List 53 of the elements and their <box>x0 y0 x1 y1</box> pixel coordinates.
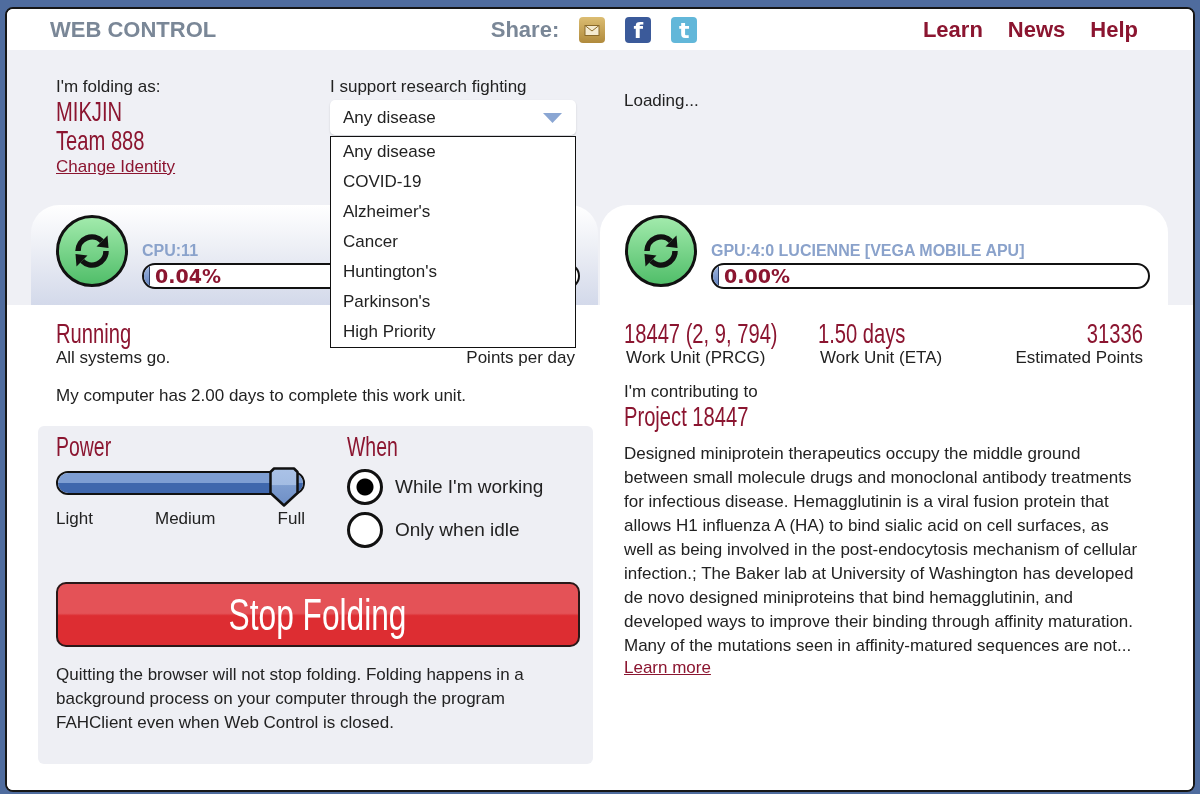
project-title: Project 18447 <box>624 402 749 431</box>
stat-label: Estimated Points <box>1014 348 1143 368</box>
status-text: Loading... <box>624 91 699 111</box>
dropdown-option[interactable]: COVID-19 <box>331 167 575 197</box>
slider-tick-label: Full <box>277 509 305 529</box>
dropdown-option[interactable]: Any disease <box>331 137 575 167</box>
dropdown-option[interactable]: High Priority <box>331 317 575 347</box>
stat-label: Work Unit (ETA) <box>819 348 943 368</box>
radio-button[interactable] <box>347 512 383 548</box>
dropdown-option[interactable]: Cancer <box>331 227 575 257</box>
caret-icon <box>543 112 562 123</box>
stat-value: 18447 (2, 9, 794) <box>624 319 778 348</box>
radio-label[interactable]: While I'm working <box>395 475 544 499</box>
slot-name: GPU:4:0 LUCIENNE [VEGA MOBILE APU] <box>711 242 1025 260</box>
letter-logo-icon[interactable]: f <box>625 16 652 43</box>
stop-folding-button[interactable]: Stop Folding <box>56 582 580 647</box>
team-name: Team 888 <box>56 126 145 155</box>
radio-label[interactable]: Only when idle <box>395 518 520 542</box>
identity-label: I'm folding as: <box>56 77 161 97</box>
nav-link[interactable]: Help <box>1090 16 1138 43</box>
when-title: When <box>347 432 398 462</box>
progress-percent: 0.04% <box>154 265 221 287</box>
disease-dropdown[interactable]: Any disease <box>330 100 576 135</box>
share-label: Share: <box>490 16 560 43</box>
refresh-icon <box>56 215 128 287</box>
nav-link[interactable]: News <box>1007 16 1066 43</box>
stat-label: Work Unit (PRCG) <box>625 348 766 368</box>
progress-percent: 0.00% <box>723 265 790 287</box>
info-note: Quitting the browser will not stop folding. Folding happens in a background process on your computer through the program FAHClient even when Web Control is closed. <box>56 664 525 734</box>
power-title: Power <box>56 432 112 462</box>
dropdown-option[interactable]: Huntington's <box>331 257 575 287</box>
slider-tick-label: Light <box>56 509 93 529</box>
ppd-label: Points per day <box>466 348 575 368</box>
eta-text: My computer has 2.00 days to complete this work unit. <box>55 386 468 406</box>
change-identity-link[interactable]: Change Identity <box>56 157 176 177</box>
project-description: Designed miniprotein therapeutics occupy the middle ground between small molecule drugs and monoclonal antibody treatments for infectious disease. Hemagglutinin is a viral fusion protein that allows H1 influenza A (HA) to bind sialic acid on cell surfaces, as well as being involved in the post-endocytosis mechanism of cellular infection.; The Baker lab at University of Washington has developed de novo designed miniproteins that bind hemagglutinin, and developed ways to improve their binding through affinity maturation. Many of the mutations seen in affinity-matured sequences are not... <box>624 443 1139 657</box>
slot-panel[interactable]: GPU:4:0 LUCIENNE [VEGA MOBILE APU] 0.00% <box>600 205 1168 305</box>
slider-handle[interactable] <box>269 467 299 507</box>
slot-name: CPU:11 <box>142 242 199 260</box>
learn-more-link[interactable]: Learn more <box>624 658 711 678</box>
contributing-label: I'm contributing to <box>624 382 758 402</box>
stat-value: 31336 <box>1086 319 1143 348</box>
state-title: Running <box>56 319 132 348</box>
radio-button[interactable] <box>347 469 383 505</box>
user-name: MIKJIN <box>56 97 123 126</box>
envelope-icon[interactable] <box>579 16 606 43</box>
state-message: All systems go. <box>56 348 171 368</box>
cause-label: I support research fighting <box>330 77 527 97</box>
app-title: WEB CONTROL <box>50 16 217 43</box>
nav-link[interactable]: Learn <box>922 16 983 43</box>
stat-value: 1.50 days <box>818 319 906 348</box>
refresh-icon <box>625 215 697 287</box>
slider-tick-label: Medium <box>155 509 216 529</box>
